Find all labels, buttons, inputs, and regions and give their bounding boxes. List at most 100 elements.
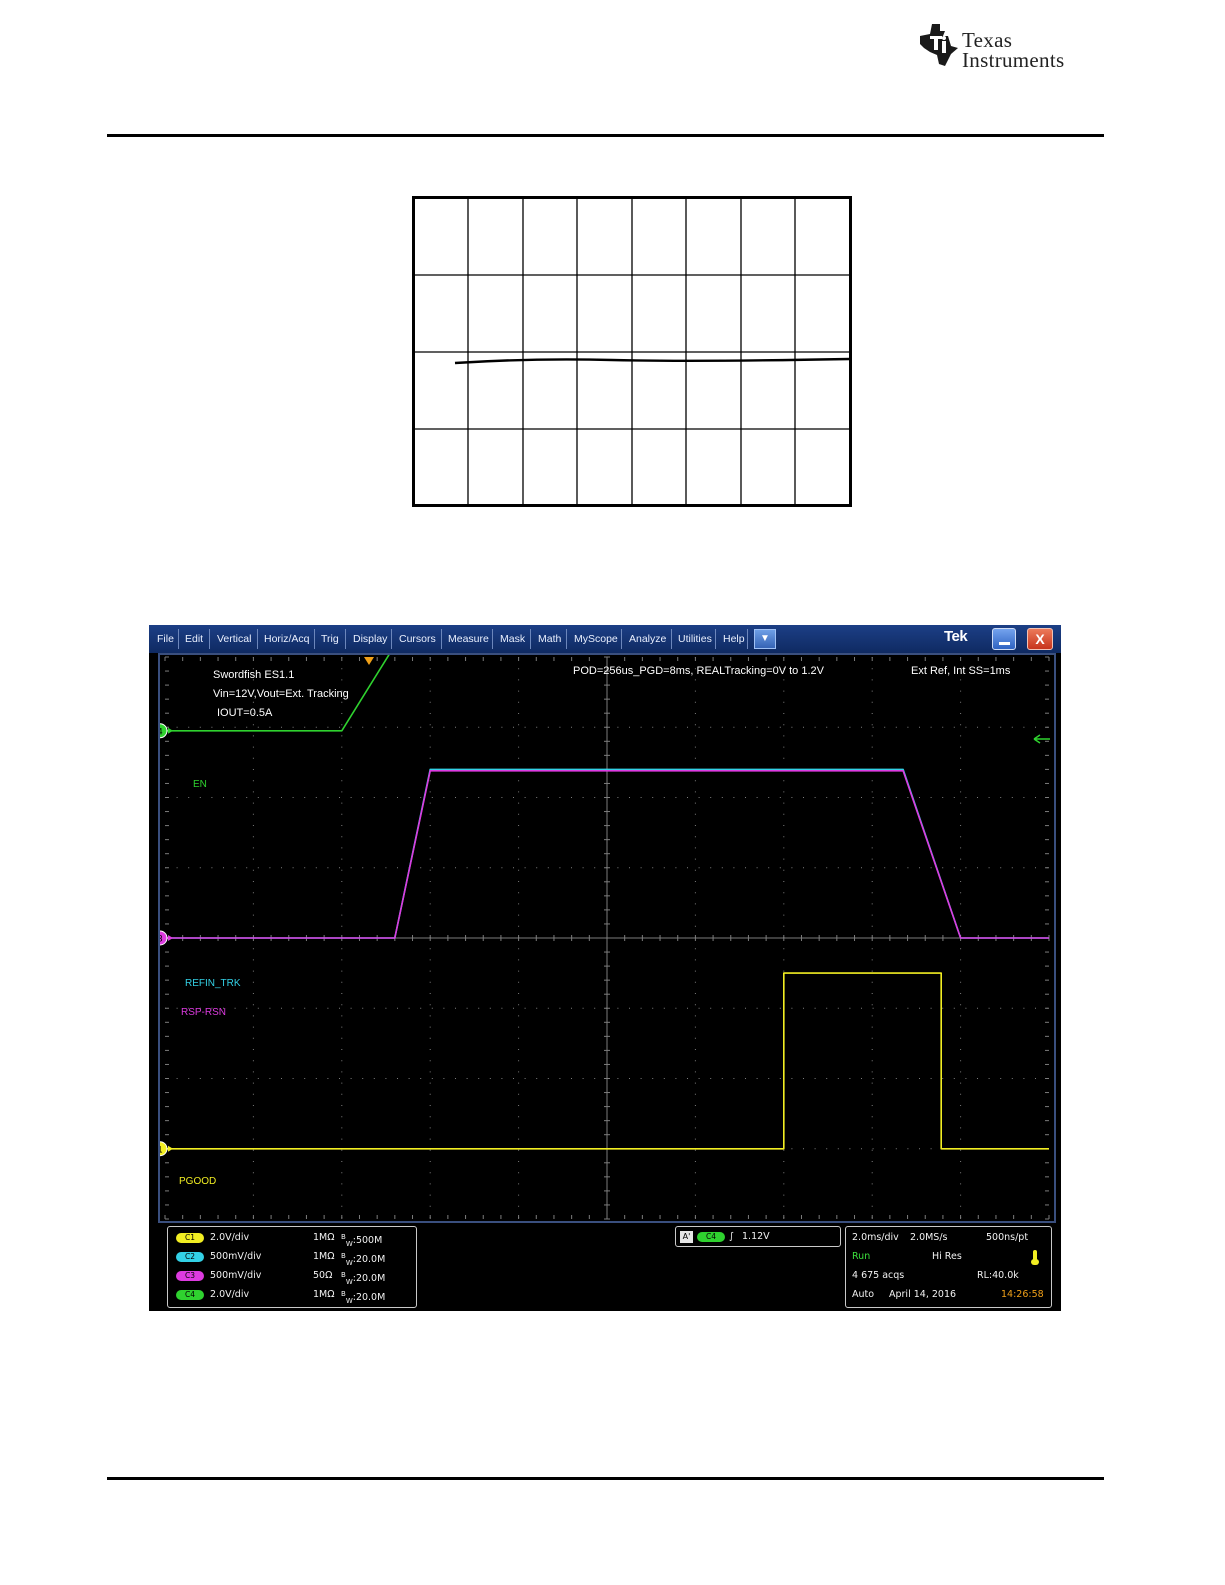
menu-separator xyxy=(492,629,493,649)
sketch-stroke xyxy=(454,357,851,365)
timebase: 2.0ms/div xyxy=(852,1232,899,1243)
channel-marker-c1[interactable]: 1 xyxy=(160,1141,173,1157)
c4-coupling: 1MΩ xyxy=(313,1289,335,1300)
menu-separator xyxy=(345,629,346,649)
close-button[interactable]: X xyxy=(1027,628,1053,650)
menu-separator xyxy=(314,629,315,649)
header-rule xyxy=(107,134,1104,137)
channel-badge-c3[interactable]: C3 xyxy=(176,1271,204,1281)
footer-rule xyxy=(107,1477,1104,1480)
trigger-a-label: A' xyxy=(680,1231,693,1243)
menu-bar: File Edit Vertical Horiz/Acq Trig Displa… xyxy=(149,625,1061,653)
c3-scale: 500mV/div xyxy=(210,1270,262,1281)
channel-marker-number: 4 xyxy=(160,726,163,736)
c3-coupling: 50Ω xyxy=(313,1270,333,1281)
acq-time: 14:26:58 xyxy=(1001,1289,1044,1300)
channel-marker-number: 1 xyxy=(160,1144,163,1154)
menu-vertical[interactable]: Vertical xyxy=(217,625,251,653)
trigger-source-badge: C4 xyxy=(697,1232,725,1242)
channel-marker-c3[interactable]: 3 xyxy=(160,930,173,946)
trigger-position-icon xyxy=(364,657,374,665)
menu-myscope[interactable]: MyScope xyxy=(574,625,618,653)
c2-bandwidth: BW:20.0M xyxy=(341,1252,386,1268)
ti-emblem-icon xyxy=(920,24,958,66)
c3-bw-value: 20.0M xyxy=(355,1273,386,1285)
channel-marker-number: 3 xyxy=(160,934,163,944)
waveform-display[interactable]: 4 3 1 Swordfish ES1.1 Vin=12V,Vout=Ext. Tr… xyxy=(160,655,1054,1221)
minimize-button[interactable] xyxy=(992,628,1016,650)
c4-scale: 2.0V/div xyxy=(210,1289,250,1300)
sketch-grid xyxy=(412,196,852,507)
menu-separator xyxy=(715,629,716,649)
acq-mode: Hi Res xyxy=(932,1251,962,1262)
channel-badge-c1[interactable]: C1 xyxy=(176,1233,204,1243)
channel-label-refin-trk: REFIN_TRK xyxy=(185,978,241,989)
menu-utilities[interactable]: Utilities xyxy=(678,625,712,653)
menu-horiz-acq[interactable]: Horiz/Acq xyxy=(264,625,310,653)
c4-bandwidth: BW:20.0M xyxy=(341,1290,386,1306)
menu-separator xyxy=(747,629,748,649)
menu-measure[interactable]: Measure xyxy=(448,625,489,653)
channel-label-pgood: PGOOD xyxy=(179,1176,216,1187)
trigger-panel[interactable]: A' C4 ∫ 1.12V xyxy=(675,1226,841,1247)
c2-scale: 500mV/div xyxy=(210,1251,262,1262)
channel-settings-panel[interactable]: C1 2.0V/div 1MΩ BW:500M C2 500mV/div 1MΩ… xyxy=(167,1226,417,1308)
trigger-position-marker[interactable] xyxy=(364,657,374,665)
acquisition-panel[interactable]: 2.0ms/div 2.0MS/s 500ns/pt Run Hi Res 4 … xyxy=(845,1226,1052,1308)
channel-badge-c4[interactable]: C4 xyxy=(176,1290,204,1300)
menu-math[interactable]: Math xyxy=(538,625,561,653)
menu-separator xyxy=(566,629,567,649)
menu-separator xyxy=(621,629,622,649)
rising-edge-icon: ∫ xyxy=(729,1231,734,1242)
channel-badge-c2[interactable]: C2 xyxy=(176,1252,204,1262)
bw-sub: W xyxy=(345,1240,353,1249)
c2-coupling: 1MΩ xyxy=(313,1251,335,1262)
channel-label-rsp-rsn: RSP-RSN xyxy=(181,1007,226,1018)
channel-marker-arrow xyxy=(168,727,173,734)
menu-mask[interactable]: Mask xyxy=(500,625,525,653)
texas-instruments-logo: Texas Instruments xyxy=(918,22,1108,74)
c1-coupling: 1MΩ xyxy=(313,1232,335,1243)
resolution: 500ns/pt xyxy=(986,1232,1029,1243)
menu-file[interactable]: File xyxy=(157,625,174,653)
annotation-title: Swordfish ES1.1 xyxy=(213,669,294,681)
c3-bandwidth: BW:20.0M xyxy=(341,1271,386,1287)
menu-separator xyxy=(530,629,531,649)
menu-help[interactable]: Help xyxy=(723,625,745,653)
channel-markers: 4 3 1 xyxy=(160,723,173,1157)
channel-label-en: EN xyxy=(193,779,207,790)
menu-edit[interactable]: Edit xyxy=(185,625,203,653)
channel-marker-arrow xyxy=(168,935,173,941)
c2-bw-value: 20.0M xyxy=(355,1254,386,1266)
brand-line-2: Instruments xyxy=(962,48,1065,72)
trigger-level: 1.12V xyxy=(742,1231,770,1242)
menu-separator xyxy=(178,629,179,649)
tek-brand: Tek xyxy=(944,628,968,645)
channel-marker-arrow xyxy=(168,1145,173,1152)
trigger-mode: Auto xyxy=(852,1289,875,1300)
channel-marker-c4[interactable]: 4 xyxy=(160,723,173,739)
bw-sub: W xyxy=(345,1278,353,1287)
bw-sub: W xyxy=(345,1259,353,1268)
menu-separator xyxy=(391,629,392,649)
close-icon: X xyxy=(1035,631,1045,647)
sample-rate: 2.0MS/s xyxy=(910,1232,948,1243)
thermometer-bulb xyxy=(1031,1259,1039,1265)
menu-cursors[interactable]: Cursors xyxy=(399,625,436,653)
menu-separator xyxy=(257,629,258,649)
acq-count: 4 675 acqs xyxy=(852,1270,905,1281)
menu-trig[interactable]: Trig xyxy=(321,625,339,653)
minimize-icon xyxy=(999,642,1010,645)
menu-separator xyxy=(441,629,442,649)
annotation-reference: Ext Ref, Int SS=1ms xyxy=(911,665,1011,677)
acq-date: April 14, 2016 xyxy=(889,1289,957,1300)
menu-display[interactable]: Display xyxy=(353,625,387,653)
annotation-settings: POD=256us_PGD=8ms, REALTracking=0V to 1.… xyxy=(573,665,825,677)
oscilloscope-window: File Edit Vertical Horiz/Acq Trig Displa… xyxy=(149,625,1061,1311)
menu-analyze[interactable]: Analyze xyxy=(629,625,666,653)
c1-scale: 2.0V/div xyxy=(210,1232,250,1243)
record-length: RL:40.0k xyxy=(977,1270,1019,1281)
chevron-down-icon: ▼ xyxy=(760,633,770,644)
menu-dropdown-button[interactable]: ▼ xyxy=(754,629,776,649)
annotation-conditions: Vin=12V,Vout=Ext. Tracking xyxy=(213,688,349,700)
